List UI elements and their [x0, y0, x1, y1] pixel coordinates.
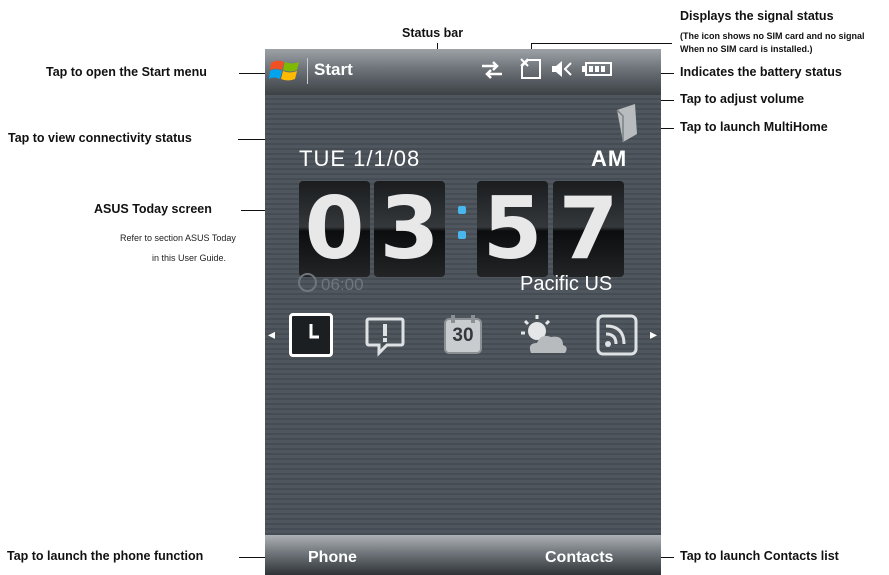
minute-ones-digit: 7 — [553, 181, 624, 277]
alarm-time[interactable]: 06:00 — [321, 275, 364, 295]
colon-dot-bottom — [458, 231, 466, 239]
scroll-left-arrow-icon[interactable]: ◂ — [268, 326, 275, 343]
volume-callout: Tap to adjust volume — [680, 92, 805, 106]
battery-icon — [582, 61, 612, 77]
signal-note-1: (The icon shows no SIM card and no signa… — [680, 31, 865, 41]
alarm-icon — [298, 273, 317, 292]
softkey-bar: Phone Contacts — [265, 535, 661, 575]
device-screen: Start TUE 1/1/08 AM 0 3 5 7 06:00 Pacifi… — [265, 49, 661, 575]
status-bar-callout: Status bar — [402, 26, 464, 40]
hour-ones-digit: 3 — [374, 181, 445, 277]
battery-callout: Indicates the battery status — [680, 65, 842, 79]
hour-tens-digit: 0 — [299, 181, 370, 277]
date-display: TUE 1/1/08 — [299, 146, 421, 171]
volume-icon[interactable] — [550, 58, 574, 80]
start-button[interactable]: Start — [265, 49, 375, 95]
contacts-callout: Tap to launch Contacts list — [680, 549, 839, 563]
ampm-display: AM — [591, 146, 628, 171]
scroll-right-arrow-icon[interactable]: ▸ — [650, 326, 657, 343]
status-bar: Start — [265, 49, 661, 95]
weather-app-icon[interactable] — [517, 313, 567, 357]
minute-tens-digit: 5 — [477, 181, 548, 277]
rss-app-icon[interactable] — [595, 313, 639, 357]
start-menu-callout: Tap to open the Start menu — [46, 65, 207, 79]
start-label: Start — [314, 60, 353, 79]
contacts-softkey[interactable]: Contacts — [545, 549, 613, 567]
windows-logo-icon — [269, 57, 301, 85]
calendar-app-icon[interactable]: 30 — [441, 313, 485, 357]
today-note-1: Refer to section ASUS Today — [120, 233, 236, 243]
phone-callout: Tap to launch the phone function — [7, 549, 204, 563]
multihome-callout: Tap to launch MultiHome — [680, 120, 828, 134]
today-callout: ASUS Today screen — [94, 202, 212, 216]
no-sim-signal-icon[interactable] — [519, 57, 543, 81]
alert-app-icon[interactable] — [363, 313, 407, 357]
connectivity-icon[interactable] — [480, 59, 504, 81]
signal-leader — [532, 43, 672, 44]
phone-softkey[interactable]: Phone — [308, 549, 357, 567]
calendar-day: 30 — [452, 325, 474, 346]
colon-dot-top — [458, 206, 466, 214]
connectivity-callout: Tap to view connectivity status — [8, 131, 192, 145]
time-zone-label[interactable]: Pacific US — [520, 273, 612, 296]
multihome-icon[interactable] — [615, 104, 639, 142]
clock-app-icon[interactable] — [289, 313, 333, 357]
start-separator — [307, 58, 308, 84]
signal-note-2: When no SIM card is installed.) — [680, 44, 813, 54]
today-note-2: in this User Guide. — [152, 253, 227, 263]
signal-callout: Displays the signal status — [680, 9, 834, 23]
